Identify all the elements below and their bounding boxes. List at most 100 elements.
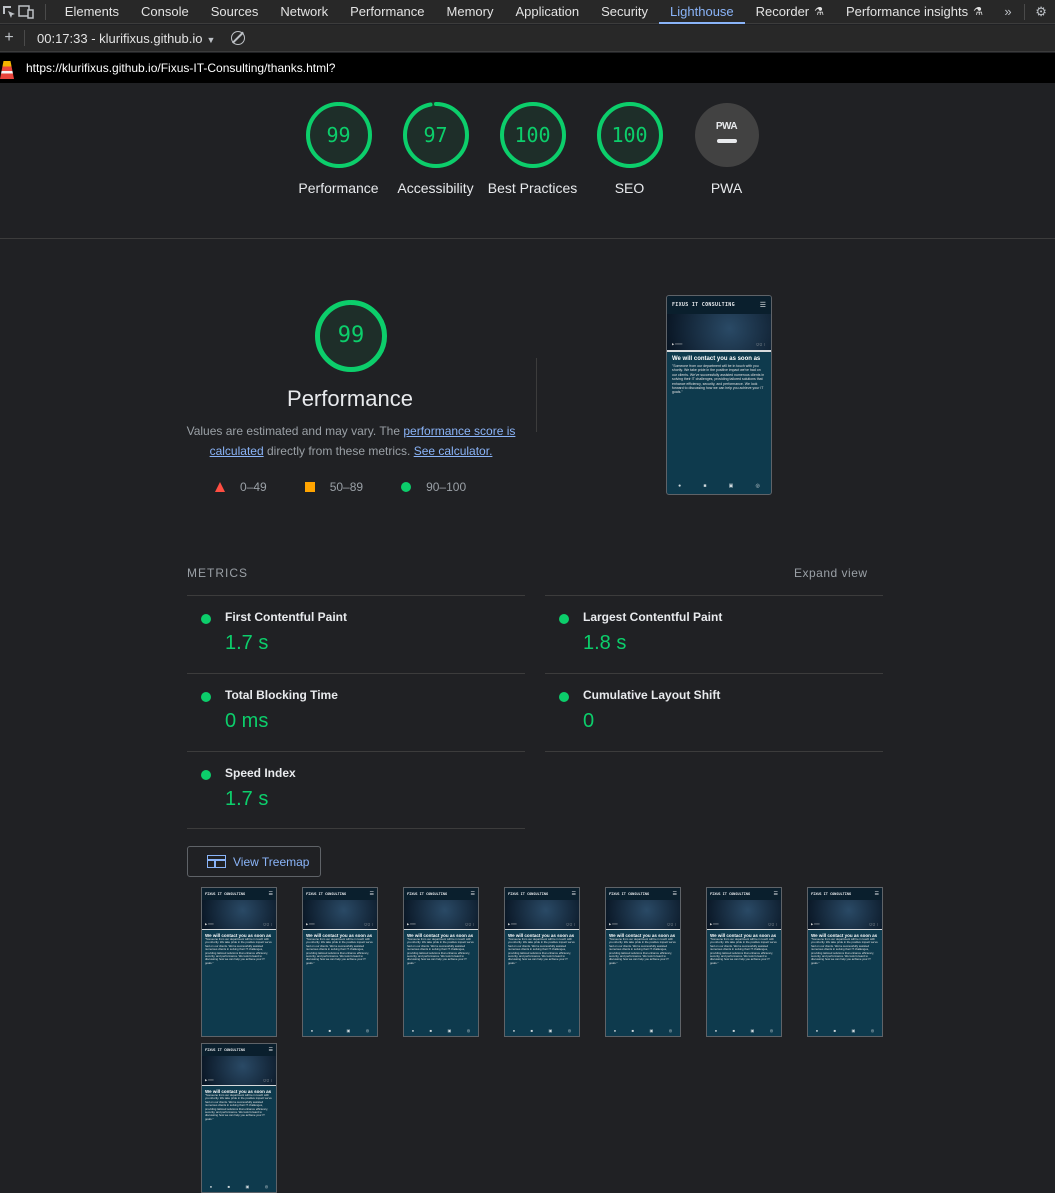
frame-footer-icons: ● ■ ▣ ◎ bbox=[411, 1028, 471, 1033]
caret-down-icon: ▼ bbox=[206, 34, 216, 45]
expand-view-toggle[interactable]: Expand view bbox=[794, 566, 868, 580]
hamburger-menu-icon: ☰ bbox=[874, 891, 879, 897]
filmstrip-frame: FIXUS IT CONSULTING ☰ ▶ ━━━ ◻ ◻ ⋮ We will co… bbox=[605, 887, 681, 1037]
treemap-button-label: View Treemap bbox=[233, 854, 310, 869]
report-url[interactable]: https://klurifixus.github.io/Fixus-IT-Co… bbox=[26, 61, 335, 75]
tab-performance[interactable]: Performance bbox=[339, 0, 435, 24]
score-ring: 97 bbox=[402, 102, 469, 168]
legend-average: 50–89 bbox=[304, 480, 364, 494]
metric-tbt: Total Blocking Time 0 ms bbox=[187, 673, 525, 751]
filmstrip-frame: FIXUS IT CONSULTING ☰ ▶ ━━━ ◻ ◻ ⋮ We will co… bbox=[302, 887, 378, 1037]
frame-brand: FIXUS IT CONSULTING bbox=[710, 892, 751, 896]
see-calculator-link[interactable]: See calculator. bbox=[414, 444, 493, 458]
frame-header: FIXUS IT CONSULTING ☰ bbox=[808, 888, 882, 900]
tab-memory[interactable]: Memory bbox=[436, 0, 505, 24]
gauge-performance[interactable]: 99 Performance bbox=[290, 102, 387, 198]
frame-footer-icons: ● ■ ▣ ◎ bbox=[815, 1028, 875, 1033]
frame-text: We will contact you as soon as "Someone f… bbox=[202, 1086, 276, 1124]
frame-video: ▶ ━━━ ◻ ◻ ⋮ bbox=[505, 900, 579, 930]
metric-value: 0 bbox=[583, 710, 595, 732]
tab-console[interactable]: Console bbox=[130, 0, 200, 24]
score-value: 99 bbox=[326, 123, 351, 147]
frame-body: "Someone from our department will be in … bbox=[609, 937, 676, 965]
gauge-label: Best Practices bbox=[487, 180, 578, 196]
tab-label: Elements bbox=[64, 4, 119, 19]
metric-speed-index: Speed Index 1.7 s bbox=[187, 751, 525, 829]
view-treemap-button[interactable]: View Treemap bbox=[187, 846, 321, 877]
frame-header: FIXUS IT CONSULTING ☰ bbox=[606, 888, 680, 900]
frame-body: "Someone from our department will be in … bbox=[710, 937, 777, 965]
tab-sources[interactable]: Sources bbox=[200, 0, 270, 24]
tab-label: Memory bbox=[446, 4, 494, 19]
tab-application[interactable]: Application bbox=[504, 0, 590, 24]
screenshot-text: We will contact you as soon as "Someone … bbox=[667, 352, 771, 399]
report-url-bar: https://klurifixus.github.io/Fixus-IT-Co… bbox=[0, 53, 1055, 83]
settings-gear-icon[interactable]: ⚙ bbox=[1027, 0, 1055, 24]
metric-value: 1.8 s bbox=[583, 632, 627, 654]
hamburger-menu-icon: ☰ bbox=[773, 891, 778, 897]
gauge-accessibility[interactable]: 97 Accessibility bbox=[387, 102, 484, 198]
frame-video: ▶ ━━━ ◻ ◻ ⋮ bbox=[202, 900, 276, 930]
tab-recorder[interactable]: Recorder ⚗ bbox=[745, 0, 835, 24]
filmstrip-frame: FIXUS IT CONSULTING ☰ ▶ ━━━ ◻ ◻ ⋮ We will co… bbox=[504, 887, 580, 1037]
frame-video: ▶ ━━━ ◻ ◻ ⋮ bbox=[606, 900, 680, 930]
tab-label: Sources bbox=[210, 4, 259, 19]
gauge-label: Accessibility bbox=[397, 180, 474, 196]
frame-footer-icons: ● ■ ▣ ◎ bbox=[714, 1028, 774, 1033]
tab-label: Performance bbox=[350, 4, 425, 19]
clear-reports-icon[interactable] bbox=[231, 31, 246, 45]
screenshot-header: FIXUS IT CONSULTING ☰ bbox=[667, 296, 771, 314]
screenshot-video: ▶ ━━━━ ◻ ◻ ⋮ bbox=[667, 314, 771, 352]
green-circle-icon bbox=[559, 614, 569, 624]
divider bbox=[187, 828, 525, 829]
green-circle-icon bbox=[201, 692, 211, 702]
gauge-seo[interactable]: 100 SEO bbox=[581, 102, 678, 198]
device-toolbar-icon[interactable] bbox=[18, 0, 36, 24]
score-legend: 0–49 50–89 90–100 bbox=[215, 480, 504, 494]
legend-range: 50–89 bbox=[329, 480, 364, 494]
tab-elements[interactable]: Elements bbox=[54, 0, 130, 24]
frame-body: "Someone from our department will be in … bbox=[508, 937, 575, 965]
orange-square-icon bbox=[304, 482, 315, 492]
screenshot-brand: FIXUS IT CONSULTING bbox=[672, 302, 735, 308]
frame-text: We will contact you as soon as "Someone f… bbox=[808, 930, 882, 968]
tab-security[interactable]: Security bbox=[590, 0, 659, 24]
tab-label: Network bbox=[280, 4, 329, 19]
tab-label: Application bbox=[515, 4, 580, 19]
tab-label: Lighthouse bbox=[670, 4, 734, 19]
frame-brand: FIXUS IT CONSULTING bbox=[609, 892, 650, 896]
video-controls: ▶ ━━━━ ◻ ◻ ⋮ bbox=[672, 342, 766, 346]
desc-text: directly from these metrics. bbox=[263, 444, 414, 458]
frame-brand: FIXUS IT CONSULTING bbox=[407, 892, 448, 896]
legend-pass: 90–100 bbox=[401, 480, 466, 494]
toolbar-divider bbox=[1024, 3, 1026, 20]
more-tabs-icon[interactable]: » bbox=[994, 0, 1022, 24]
inspect-element-icon[interactable] bbox=[0, 0, 18, 24]
frame-header: FIXUS IT CONSULTING ☰ bbox=[303, 888, 377, 900]
frame-brand: FIXUS IT CONSULTING bbox=[205, 892, 246, 896]
tab-network[interactable]: Network bbox=[269, 0, 339, 24]
gauge-pwa[interactable]: PWA PWA bbox=[678, 102, 775, 198]
frame-body: "Someone from our department will be in … bbox=[205, 1093, 272, 1121]
tab-lighthouse[interactable]: Lighthouse bbox=[659, 0, 745, 24]
legend-range: 0–49 bbox=[240, 480, 267, 494]
devtools-tab-bar: Elements Console Sources Network Perform… bbox=[0, 0, 1055, 24]
green-circle-icon bbox=[559, 692, 569, 702]
hamburger-menu-icon: ☰ bbox=[571, 891, 576, 897]
final-screenshot[interactable]: FIXUS IT CONSULTING ☰ ▶ ━━━━ ◻ ◻ ⋮ We wil… bbox=[666, 295, 772, 495]
performance-description: Values are estimated and may vary. The p… bbox=[186, 421, 516, 461]
flask-icon: ⚗ bbox=[973, 6, 984, 18]
legend-range: 90–100 bbox=[426, 480, 467, 494]
gauge-best-practices[interactable]: 100 Best Practices bbox=[484, 102, 581, 198]
metric-value: 1.7 s bbox=[225, 632, 269, 654]
tab-label: Recorder bbox=[755, 4, 810, 19]
frame-body: "Someone from our department will be in … bbox=[205, 937, 272, 965]
performance-big-gauge: 99 bbox=[315, 300, 387, 372]
pwa-dash bbox=[716, 139, 737, 143]
divider bbox=[0, 238, 1055, 239]
report-selector[interactable]: 00:17:33 - klurifixus.github.io ▼ bbox=[37, 31, 215, 46]
frame-brand: FIXUS IT CONSULTING bbox=[508, 892, 549, 896]
frame-header: FIXUS IT CONSULTING ☰ bbox=[505, 888, 579, 900]
new-report-plus-icon[interactable]: + bbox=[0, 29, 18, 47]
tab-performance-insights[interactable]: Performance insights ⚗ bbox=[835, 0, 994, 24]
